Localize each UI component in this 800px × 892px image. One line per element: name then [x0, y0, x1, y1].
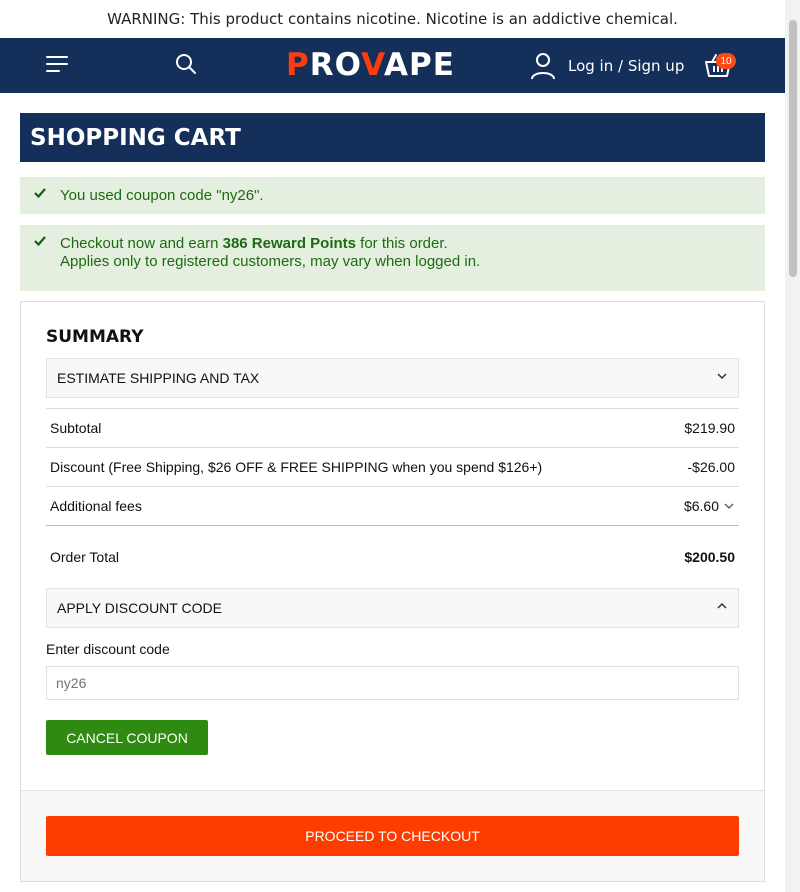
provape-logo[interactable]: PROVAPE: [286, 47, 455, 83]
check-icon: [34, 236, 46, 247]
chevron-up-icon: [717, 602, 727, 609]
menu-icon[interactable]: [46, 56, 68, 74]
order-total-row: Order Total $200.50: [46, 525, 739, 588]
coupon-success-message: You used coupon code "ny26".: [20, 177, 765, 214]
coupon-message-text: You used coupon code "ny26".: [60, 187, 264, 204]
cart-count-badge: 10: [716, 53, 736, 69]
header-bar: PROVAPE Log in / Sign up: [0, 38, 785, 93]
page-title: SHOPPING CART: [20, 113, 765, 162]
proceed-to-checkout-button[interactable]: PROCEED TO CHECKOUT: [46, 816, 739, 856]
chevron-down-icon[interactable]: [723, 500, 735, 512]
nicotine-warning: WARNING: This product contains nicotine.…: [107, 10, 678, 28]
reward-points: 386 Reward Points: [222, 235, 356, 252]
cancel-coupon-button[interactable]: CANCEL COUPON: [46, 720, 208, 755]
account-link[interactable]: Log in / Sign up: [530, 52, 684, 80]
reward-points-message: Checkout now and earn 386 Reward Points …: [20, 225, 765, 291]
search-icon[interactable]: [175, 53, 197, 80]
reward-line: Checkout now and earn 386 Reward Points …: [60, 235, 448, 252]
additional-fees-row[interactable]: Additional fees $6.60: [46, 486, 739, 525]
scrollbar-thumb[interactable]: [789, 20, 797, 277]
chevron-down-icon: [717, 373, 727, 380]
apply-discount-toggle[interactable]: APPLY DISCOUNT CODE: [46, 588, 739, 628]
summary-title: SUMMARY: [46, 327, 144, 347]
discount-row: Discount (Free Shipping, $26 OFF & FREE …: [46, 447, 739, 486]
account-label: Log in / Sign up: [568, 57, 685, 75]
subtotal-row: Subtotal $219.90: [46, 408, 739, 447]
check-icon: [34, 188, 46, 199]
discount-code-label: Enter discount code: [46, 641, 170, 657]
reward-note: Applies only to registered customers, ma…: [60, 253, 481, 270]
discount-code-input[interactable]: [46, 666, 739, 700]
order-total-value: $200.50: [684, 549, 735, 565]
user-icon: [531, 53, 555, 80]
estimate-shipping-toggle[interactable]: ESTIMATE SHIPPING AND TAX: [46, 358, 739, 398]
summary-panel: SUMMARY ESTIMATE SHIPPING AND TAX Subtot…: [20, 301, 765, 882]
